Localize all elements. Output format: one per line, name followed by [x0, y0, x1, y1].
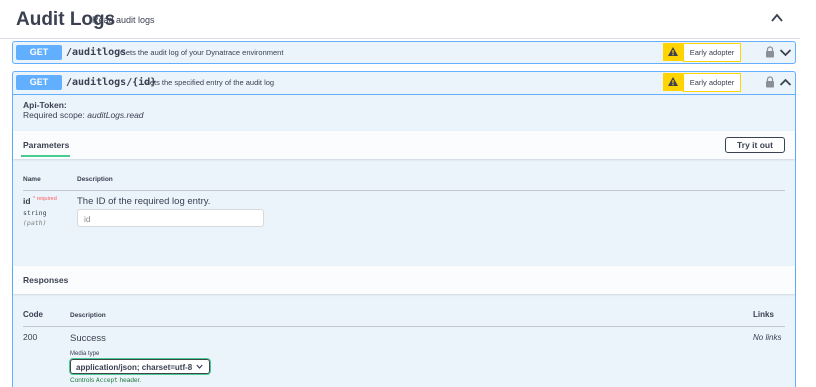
warning-icon — [663, 73, 683, 91]
opblock-get-auditlogs[interactable]: GET /auditlogs Gets the audit log of you… — [12, 41, 796, 64]
early-adopter-badge: Early adopter — [683, 73, 741, 92]
response-links: No links — [753, 333, 782, 342]
collapse-chevron-up-icon[interactable] — [770, 12, 784, 24]
parameters-section-header: Parameters Try it out — [13, 131, 795, 159]
parameter-description: The ID of the required log entry. — [77, 196, 211, 207]
required-scope-prefix: Required scope: — [23, 110, 85, 120]
opblock-get-auditlogs-id: GET /auditlogs/{id} Gets the specified e… — [12, 71, 796, 387]
parameter-name: id * required — [23, 196, 57, 206]
controls-suffix: header. — [119, 377, 142, 384]
parameter-location: (path) — [23, 219, 47, 227]
method-badge-get: GET — [16, 75, 62, 90]
tag-header-audit-logs[interactable]: Audit Logs Read audit logs — [0, 0, 800, 39]
parameter-name-text: id — [23, 196, 31, 206]
warning-icon — [663, 43, 683, 61]
required-scope: Required scope: auditLogs.read — [23, 110, 144, 120]
column-header-name: Name — [23, 176, 41, 183]
operation-summary: Gets the audit log of your Dynatrace env… — [120, 48, 284, 57]
tab-active-indicator — [21, 155, 70, 157]
opblock-summary[interactable]: GET /auditlogs/{id} Gets the specified e… — [13, 72, 795, 95]
early-adopter-badge: Early adopter — [683, 43, 741, 62]
responses-title: Responses — [23, 275, 69, 285]
column-header-description: Description — [77, 176, 113, 183]
id-input[interactable]: id — [77, 209, 264, 227]
chevron-down-icon[interactable] — [779, 48, 792, 57]
controls-accept-note: Controls Accept header. — [70, 377, 141, 384]
tag-description: Read audit logs — [92, 15, 155, 25]
response-description: Success — [70, 333, 106, 344]
lock-icon[interactable] — [765, 46, 775, 58]
parameter-type: string — [23, 209, 47, 217]
chevron-up-icon[interactable] — [779, 78, 792, 87]
chevron-down-icon — [196, 364, 203, 369]
column-header-links: Links — [753, 310, 774, 319]
required-scope-value: auditLogs.read — [87, 110, 144, 120]
tab-parameters[interactable]: Parameters — [23, 140, 69, 150]
operation-summary: Gets the specified entry of the audit lo… — [144, 78, 275, 87]
response-code: 200 — [23, 332, 38, 342]
media-type-value: application/json; charset=utf-8 — [76, 363, 193, 372]
media-type-label: Media type — [70, 351, 100, 357]
try-it-out-button[interactable]: Try it out — [725, 137, 785, 153]
controls-header-name: Accept — [96, 377, 118, 384]
method-badge-get: GET — [16, 45, 62, 60]
operation-path: /auditlogs — [66, 47, 127, 58]
required-mark: * required — [32, 196, 57, 202]
operation-path: /auditlogs/{id} — [66, 77, 157, 88]
controls-prefix: Controls — [70, 377, 95, 384]
api-token-label: Api-Token: — [23, 100, 67, 110]
responses-section-header: Responses — [13, 266, 795, 294]
column-header-code: Code — [23, 310, 43, 319]
lock-icon[interactable] — [765, 76, 775, 88]
column-header-description: Description — [70, 312, 106, 319]
divider — [23, 326, 785, 327]
media-type-select[interactable]: application/json; charset=utf-8 — [69, 358, 211, 375]
divider — [23, 190, 785, 191]
